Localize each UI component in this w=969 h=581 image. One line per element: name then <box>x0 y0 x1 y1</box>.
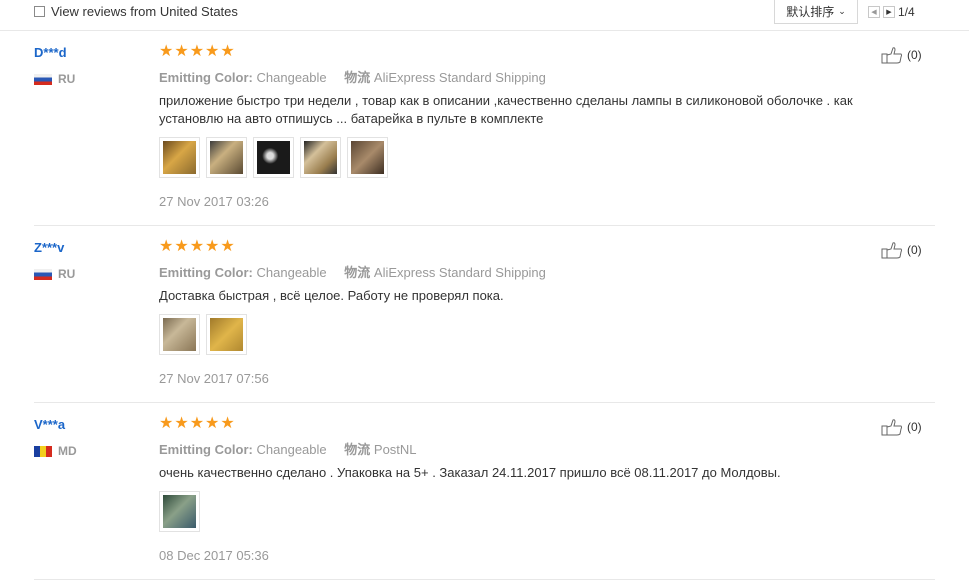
review-photos <box>159 314 247 355</box>
review-divider <box>34 579 935 580</box>
review-date: 08 Dec 2017 05:36 <box>159 548 269 563</box>
shipping-label: 物流 <box>344 442 371 457</box>
like-count: (0) <box>907 243 922 257</box>
review-date: 27 Nov 2017 07:56 <box>159 371 269 386</box>
review-photo[interactable] <box>159 491 200 532</box>
review-attributes: Emitting Color: Changeable 物流 PostNL <box>159 439 417 458</box>
review-date: 27 Nov 2017 03:26 <box>159 194 269 209</box>
thumbs-up-icon <box>881 242 902 259</box>
star-icon: ★ <box>174 415 189 432</box>
like-count: (0) <box>907 420 922 434</box>
review-photo[interactable] <box>347 137 388 178</box>
review-divider <box>34 402 935 403</box>
moldova-flag-icon <box>34 445 52 457</box>
country-code: RU <box>58 267 76 281</box>
shipping-value: PostNL <box>373 442 417 457</box>
star-icon: ★ <box>220 238 235 255</box>
star-icon: ★ <box>189 415 205 432</box>
sort-dropdown[interactable]: 默认排序 ⌄ <box>774 0 858 24</box>
review-text: приложение быстро три недели , товар как… <box>159 93 853 126</box>
shipping-label: 物流 <box>344 265 371 280</box>
review-photos <box>159 491 200 532</box>
review-photo[interactable] <box>206 137 247 178</box>
color-value: Changeable <box>256 70 327 85</box>
next-page-icon[interactable]: ▶ <box>883 6 895 18</box>
reviewer-name[interactable]: V***a <box>34 417 65 432</box>
shipping-value: AliExpress Standard Shipping <box>373 265 546 280</box>
star-icon: ★ <box>159 238 174 255</box>
star-rating: ★ ★ ★ ★ ★ <box>159 44 235 60</box>
reviewer-country: MD <box>34 444 77 458</box>
color-label: Emitting Color: <box>159 70 253 85</box>
star-icon: ★ <box>220 43 235 60</box>
color-label: Emitting Color: <box>159 265 253 280</box>
review-photo[interactable] <box>300 137 341 178</box>
prev-page-icon[interactable]: ◀ <box>868 6 880 18</box>
color-value: Changeable <box>256 265 327 280</box>
review-photo[interactable] <box>206 314 247 355</box>
reviewer-country: RU <box>34 267 75 281</box>
star-icon: ★ <box>174 43 189 60</box>
thumbs-up-icon <box>881 419 902 436</box>
review-photos <box>159 137 388 178</box>
review-text: очень качественно сделано . Упаковка на … <box>159 465 781 480</box>
review-text: Доставка быстрая , всё целое. Работу не … <box>159 288 504 303</box>
country-code: RU <box>58 72 76 86</box>
star-icon: ★ <box>159 43 174 60</box>
like-count: (0) <box>907 48 922 62</box>
shipping-label: 物流 <box>344 70 371 85</box>
helpful-button[interactable]: (0) <box>881 241 922 259</box>
color-label: Emitting Color: <box>159 442 253 457</box>
us-reviews-checkbox[interactable] <box>34 6 45 17</box>
shipping-value: AliExpress Standard Shipping <box>373 70 546 85</box>
pagination: ◀ ▶ 1/4 <box>868 5 915 19</box>
review-photo[interactable] <box>253 137 294 178</box>
star-icon: ★ <box>220 415 235 432</box>
helpful-button[interactable]: (0) <box>881 418 922 436</box>
star-icon: ★ <box>205 43 220 60</box>
star-icon: ★ <box>159 415 174 432</box>
page-indicator: 1/4 <box>898 5 915 19</box>
russia-flag-icon <box>34 73 52 85</box>
chevron-down-icon: ⌄ <box>838 6 846 16</box>
review-attributes: Emitting Color: Changeable 物流 AliExpress… <box>159 67 546 86</box>
thumbs-up-icon <box>881 47 902 64</box>
helpful-button[interactable]: (0) <box>881 46 922 64</box>
star-rating: ★ ★ ★ ★ ★ <box>159 416 235 432</box>
us-reviews-filter[interactable]: View reviews from United States <box>34 4 238 19</box>
sort-label: 默认排序 <box>786 5 835 19</box>
color-value: Changeable <box>256 442 327 457</box>
review-divider <box>34 225 935 226</box>
review-photo[interactable] <box>159 137 200 178</box>
review-photo[interactable] <box>159 314 200 355</box>
star-icon: ★ <box>205 238 220 255</box>
star-rating: ★ ★ ★ ★ ★ <box>159 239 235 255</box>
country-code: MD <box>58 444 77 458</box>
star-icon: ★ <box>189 238 205 255</box>
reviewer-name[interactable]: D***d <box>34 45 67 60</box>
review-toolbar: View reviews from United States 默认排序 ⌄ ◀… <box>0 0 969 31</box>
star-icon: ★ <box>205 415 220 432</box>
star-icon: ★ <box>189 43 205 60</box>
russia-flag-icon <box>34 268 52 280</box>
us-reviews-label: View reviews from United States <box>51 4 238 19</box>
star-icon: ★ <box>174 238 189 255</box>
review-attributes: Emitting Color: Changeable 物流 AliExpress… <box>159 262 546 281</box>
reviewer-name[interactable]: Z***v <box>34 240 64 255</box>
reviewer-country: RU <box>34 72 75 86</box>
